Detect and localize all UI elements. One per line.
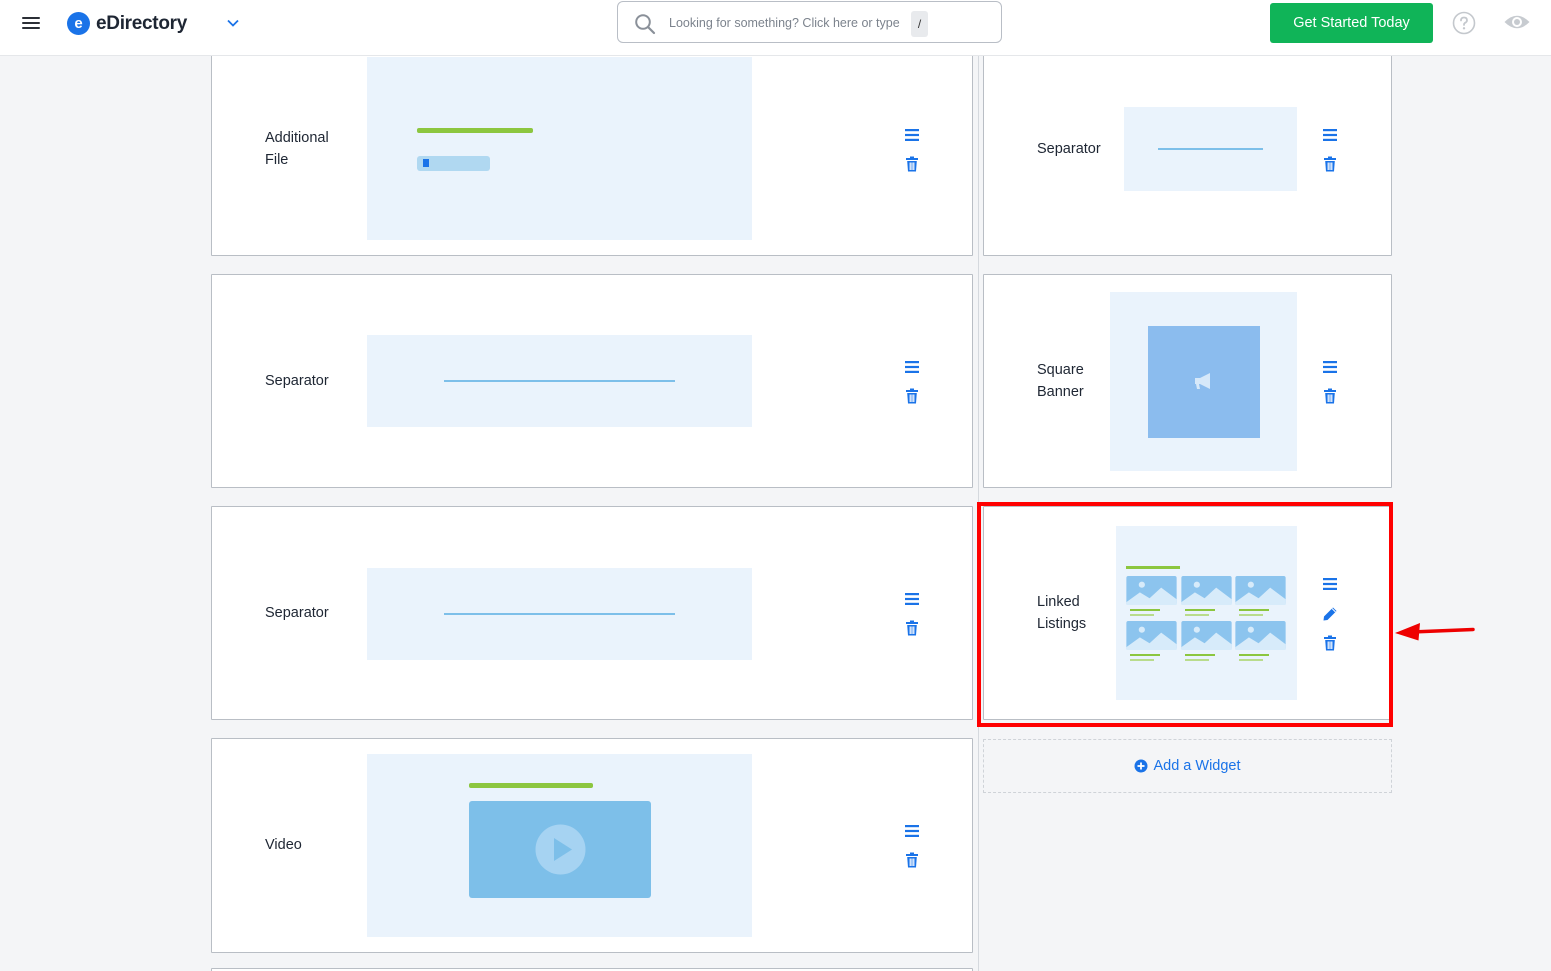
brand-logo[interactable]: e eDirectory <box>67 12 187 35</box>
widget-label: Separator <box>265 605 329 621</box>
preview-title-bar <box>1126 566 1180 569</box>
drag-handle-icon[interactable] <box>1322 127 1338 143</box>
search-input[interactable]: Looking for something? Click here or typ… <box>617 1 1002 43</box>
drag-handle-icon[interactable] <box>904 823 920 839</box>
widget-card-additional-file[interactable]: Additional File <box>211 40 973 256</box>
separator-line <box>444 613 675 615</box>
file-chip <box>417 156 490 171</box>
drag-handle-icon[interactable] <box>1322 576 1338 592</box>
widget-label: Linked Listings <box>1037 594 1087 632</box>
delete-trash-icon[interactable] <box>904 156 920 172</box>
widget-card-linked-listings[interactable]: Linked Listings <box>983 506 1392 720</box>
brand-name: eDirectory <box>96 12 187 34</box>
listing-thumbnails-grid <box>1126 576 1286 661</box>
drag-handle-icon[interactable] <box>904 359 920 375</box>
widget-preview-additional-file <box>367 57 752 240</box>
preview-title-bar <box>469 783 593 788</box>
edit-pencil-icon[interactable] <box>1322 606 1338 622</box>
preview-eye-icon[interactable] <box>1503 11 1531 33</box>
hamburger-menu-icon[interactable] <box>22 14 40 30</box>
drag-handle-icon[interactable] <box>904 591 920 607</box>
separator-line <box>444 380 675 382</box>
search-placeholder: Looking for something? Click here or typ… <box>669 16 900 30</box>
column-divider <box>978 56 979 971</box>
help-icon[interactable] <box>1452 11 1476 35</box>
get-started-button[interactable]: Get Started Today <box>1270 3 1433 43</box>
widget-card-square-banner[interactable]: Square Banner <box>983 274 1392 488</box>
widget-preview-separator <box>367 568 752 660</box>
widget-label: Video <box>265 837 302 853</box>
widget-preview-square-banner <box>1110 292 1297 471</box>
add-widget-button[interactable]: Add a Widget <box>983 739 1392 793</box>
delete-trash-icon[interactable] <box>1322 635 1338 651</box>
plus-circle-icon <box>1134 759 1148 773</box>
add-widget-label: Add a Widget <box>1153 758 1241 774</box>
delete-trash-icon[interactable] <box>904 620 920 636</box>
banner-box <box>1148 326 1260 438</box>
widget-label: Square Banner <box>1037 362 1084 400</box>
delete-trash-icon[interactable] <box>904 852 920 868</box>
preview-title-bar <box>417 128 533 133</box>
delete-trash-icon[interactable] <box>1322 156 1338 172</box>
top-bar: e eDirectory Looking for something? Clic… <box>0 0 1551 56</box>
video-frame <box>469 801 651 898</box>
widget-card-video[interactable]: Video <box>211 738 973 953</box>
widget-label: Separator <box>265 373 329 389</box>
delete-trash-icon[interactable] <box>1322 388 1338 404</box>
widget-preview-separator <box>1124 107 1297 191</box>
file-icon <box>423 159 429 167</box>
search-shortcut-key: / <box>911 11 928 37</box>
separator-line <box>1158 148 1263 150</box>
drag-handle-icon[interactable] <box>1322 359 1338 375</box>
widget-card-separator[interactable]: Separator <box>211 274 973 488</box>
widget-label: Separator <box>1037 141 1101 157</box>
delete-trash-icon[interactable] <box>904 388 920 404</box>
widget-preview-separator <box>367 335 752 427</box>
chevron-down-icon[interactable] <box>226 16 240 30</box>
widget-preview-video <box>367 754 752 937</box>
widget-card-separator[interactable]: Separator <box>211 506 973 720</box>
widget-preview-linked-listings <box>1116 526 1297 700</box>
play-icon <box>535 824 586 875</box>
widget-card-separator[interactable]: Separator <box>983 40 1392 256</box>
drag-handle-icon[interactable] <box>904 127 920 143</box>
brand-logo-icon: e <box>67 12 90 35</box>
red-arrow-annotation <box>1395 623 1475 641</box>
search-icon <box>635 14 656 35</box>
widget-label: Additional File <box>265 130 329 168</box>
megaphone-icon <box>1195 373 1210 389</box>
